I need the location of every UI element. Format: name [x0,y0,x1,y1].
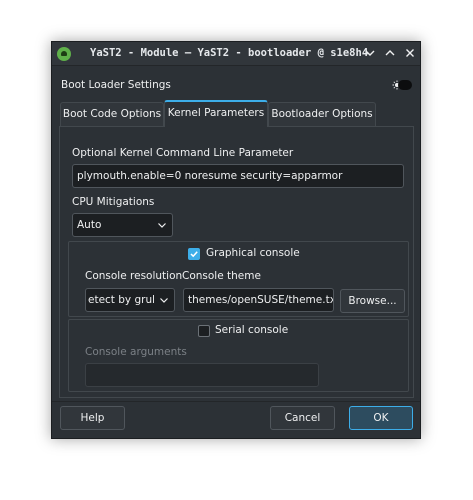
checkmark-icon [190,251,198,258]
tab-bootloader-options[interactable]: Bootloader Options [268,102,376,126]
cpu-mitigations-label: CPU Mitigations [72,196,155,208]
cpu-mitigations-select[interactable]: Auto [72,213,173,237]
yast-window: YaST2 - Module — YaST2 - bootloader @ s1… [51,41,421,439]
browse-button[interactable]: Browse... [340,289,405,313]
close-icon [406,49,414,57]
chevron-down-icon [365,50,375,56]
help-button[interactable]: Help [60,406,125,430]
console-arguments-input[interactable] [85,363,319,387]
maximize-button[interactable] [382,45,398,61]
footer-divider [52,401,420,402]
cpu-mitigations-value: Auto [77,219,102,231]
console-resolution-select[interactable]: etect by grub2 [85,288,175,312]
serial-console-label: Serial console [215,324,289,336]
yast-app-icon [57,47,71,61]
chevron-down-icon [160,298,168,303]
chevron-down-icon [158,223,166,228]
window-title: YaST2 - Module — YaST2 - bootloader @ s1… [90,47,369,59]
theme-toggle[interactable] [392,79,414,91]
serial-console-checkbox[interactable] [198,325,210,337]
tab-kernel-parameters[interactable]: Kernel Parameters [164,100,268,127]
dialog-heading: Boot Loader Settings [61,79,171,91]
cancel-button[interactable]: Cancel [270,406,335,430]
graphical-console-label: Graphical console [206,247,300,259]
console-arguments-label: Console arguments [85,346,187,358]
ok-button[interactable]: OK [349,406,413,430]
cmdline-label: Optional Kernel Command Line Parameter [72,147,294,159]
minimize-button[interactable] [362,45,378,61]
console-resolution-label: Console resolution [85,270,183,282]
console-theme-label: Console theme [182,270,261,282]
console-resolution-value: etect by grub2 [88,294,154,306]
chevron-up-icon [385,50,395,56]
cmdline-input[interactable]: plymouth.enable=0 noresume security=appa… [72,164,404,188]
tab-boot-code-options[interactable]: Boot Code Options [60,102,164,126]
close-button[interactable] [402,45,418,61]
title-bar[interactable]: YaST2 - Module — YaST2 - bootloader @ s1… [52,42,420,66]
toggle-track [398,80,412,90]
graphical-console-checkbox[interactable] [188,248,200,260]
console-theme-input[interactable]: themes/openSUSE/theme.txt [183,288,334,312]
